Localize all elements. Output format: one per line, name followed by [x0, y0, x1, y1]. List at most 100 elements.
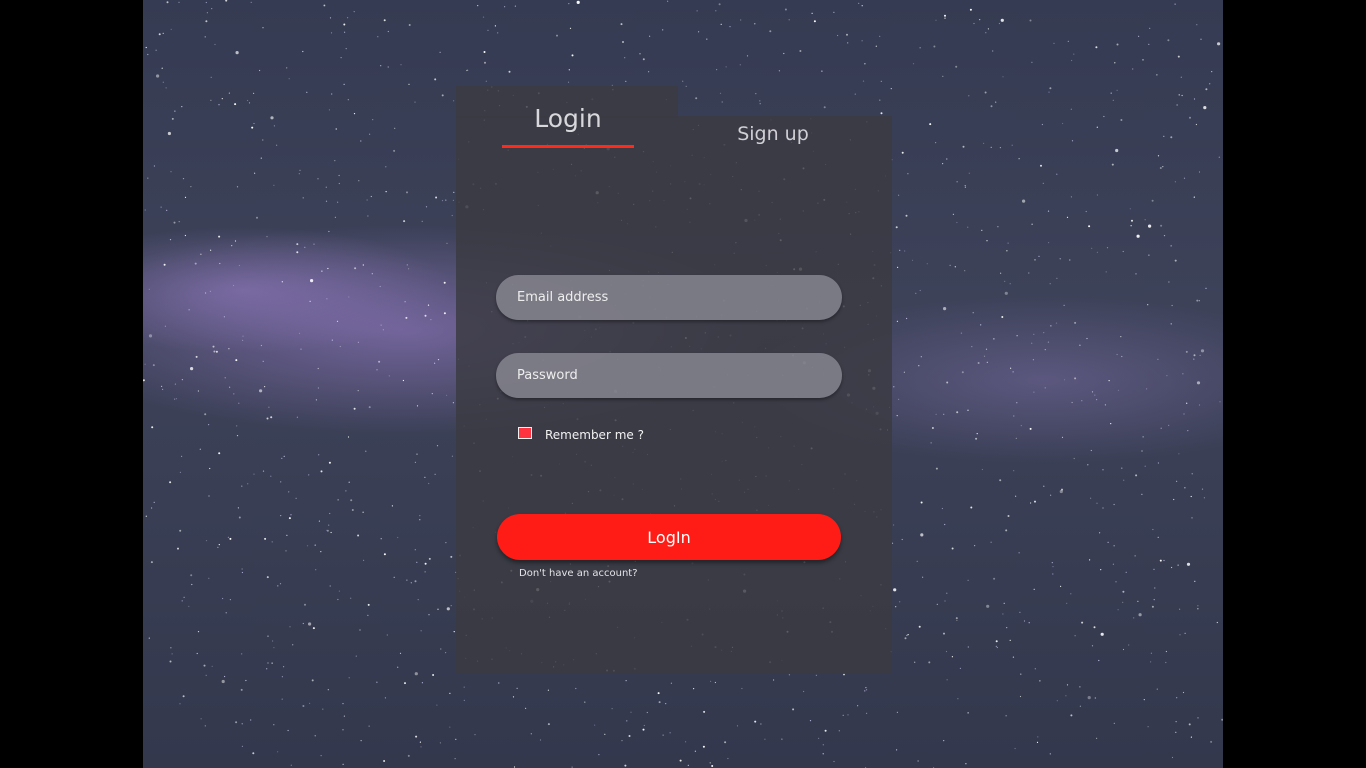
- star: [387, 66, 389, 68]
- star: [260, 344, 262, 347]
- star: [576, 0, 580, 4]
- star: [1116, 89, 1118, 91]
- star: [918, 365, 920, 367]
- star: [657, 692, 660, 695]
- star: [368, 725, 370, 727]
- password-input[interactable]: [515, 367, 823, 384]
- tab-signup[interactable]: Sign up: [708, 123, 838, 145]
- star: [696, 10, 698, 12]
- remember-me-checkbox[interactable]: [518, 427, 532, 439]
- star: [1122, 601, 1124, 603]
- star: [328, 230, 330, 233]
- login-button[interactable]: LogIn: [497, 514, 841, 560]
- star: [1176, 480, 1178, 482]
- star: [980, 324, 982, 326]
- star: [266, 668, 268, 670]
- star: [1181, 94, 1183, 97]
- star: [1022, 199, 1026, 203]
- star: [861, 40, 863, 42]
- star: [1123, 479, 1125, 481]
- star: [1050, 325, 1052, 327]
- star: [1190, 495, 1192, 498]
- star: [362, 264, 364, 266]
- star: [376, 369, 378, 371]
- star: [996, 646, 998, 649]
- star: [842, 714, 844, 716]
- star: [861, 5, 863, 7]
- star: [997, 226, 999, 228]
- star: [174, 398, 176, 400]
- star: [760, 723, 762, 725]
- star: [1160, 224, 1163, 227]
- star: [1150, 652, 1152, 654]
- star: [380, 538, 382, 540]
- star: [211, 665, 213, 667]
- email-input[interactable]: [515, 289, 823, 306]
- star: [270, 116, 274, 120]
- star: [720, 23, 722, 25]
- star: [724, 741, 727, 744]
- star: [235, 721, 238, 724]
- star: [815, 674, 818, 676]
- star: [1114, 62, 1116, 64]
- star: [190, 574, 193, 577]
- star: [1171, 304, 1173, 307]
- star: [452, 199, 454, 201]
- star: [184, 234, 186, 237]
- star: [1185, 350, 1188, 353]
- star: [1034, 259, 1036, 261]
- star: [1150, 661, 1152, 663]
- star: [648, 71, 650, 73]
- star: [365, 450, 367, 452]
- star: [1149, 27, 1151, 29]
- star: [935, 413, 937, 415]
- star: [353, 113, 356, 115]
- star: [915, 292, 917, 294]
- star: [639, 53, 641, 55]
- star: [414, 580, 417, 583]
- star: [1056, 173, 1058, 175]
- star: [288, 517, 291, 520]
- star: [951, 547, 954, 550]
- star: [788, 19, 790, 21]
- star: [896, 749, 898, 751]
- star: [292, 644, 294, 646]
- star: [1193, 354, 1196, 357]
- star: [983, 355, 986, 357]
- star: [343, 23, 346, 26]
- star: [1116, 43, 1119, 46]
- star: [895, 226, 898, 229]
- signup-link[interactable]: Don't have an account?: [519, 568, 638, 579]
- star: [990, 105, 993, 108]
- star: [329, 17, 332, 19]
- star: [703, 710, 706, 713]
- star: [1079, 344, 1081, 346]
- star: [1098, 659, 1100, 662]
- star: [164, 325, 166, 327]
- star: [153, 501, 155, 503]
- star: [1050, 494, 1052, 496]
- star: [148, 637, 150, 639]
- star: [986, 361, 988, 363]
- star: [1015, 495, 1017, 497]
- star: [1138, 613, 1142, 617]
- star: [1191, 517, 1193, 519]
- star: [1134, 555, 1136, 557]
- star: [367, 614, 369, 617]
- star: [956, 619, 958, 622]
- star: [1030, 502, 1032, 504]
- star: [1074, 377, 1077, 380]
- star: [399, 652, 402, 655]
- star: [736, 725, 739, 727]
- tab-login[interactable]: Login: [502, 104, 634, 133]
- star: [227, 536, 229, 538]
- star: [360, 740, 362, 742]
- star: [434, 362, 436, 364]
- star: [1190, 736, 1192, 738]
- star: [385, 191, 387, 193]
- star: [1194, 580, 1196, 582]
- star: [404, 301, 406, 303]
- star: [453, 191, 455, 193]
- star: [281, 676, 283, 678]
- star: [1132, 68, 1134, 70]
